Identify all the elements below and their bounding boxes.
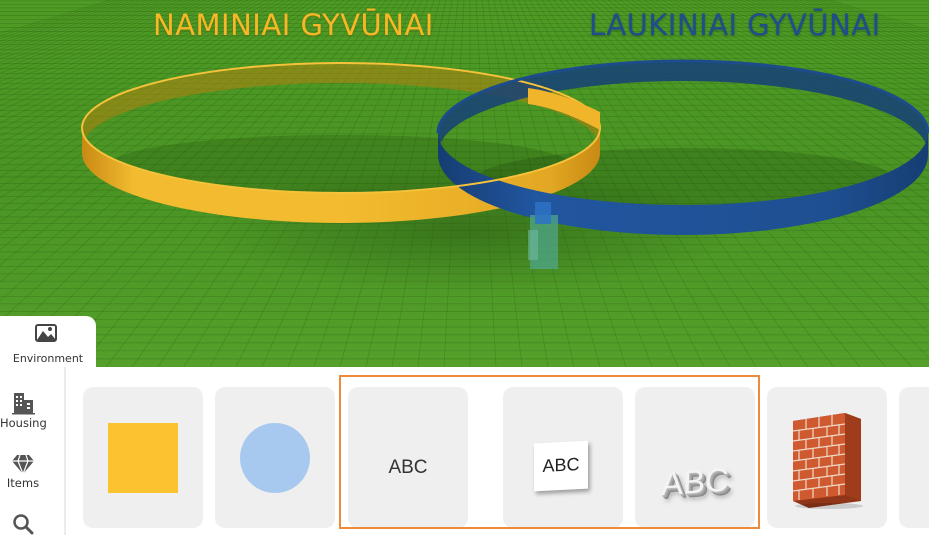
- category-sidebar: Housing Items: [0, 367, 66, 535]
- blue-circle-icon: [240, 423, 310, 493]
- venn-rings: [81, 59, 929, 269]
- sidebar-item-items[interactable]: Items: [0, 453, 46, 490]
- gem-icon: [12, 454, 34, 475]
- selection-highlight: [339, 375, 760, 529]
- catalog-item-square[interactable]: [83, 387, 203, 528]
- catalog-item-circle[interactable]: [215, 387, 335, 528]
- sidebar-item-search[interactable]: [0, 513, 46, 535]
- catalog-item-partial[interactable]: [899, 387, 929, 528]
- sidebar-item-housing-label: Housing: [0, 416, 47, 430]
- scene-viewport[interactable]: NAMINIAI GYVŪNAI LAUKINIAI GYVŪNAI: [0, 0, 929, 367]
- catalog-item-brick-wall[interactable]: [767, 387, 887, 528]
- sidebar-item-items-label: Items: [6, 476, 40, 490]
- tab-environment[interactable]: Environment: [0, 316, 96, 372]
- catalog-panel: Housing Items ABC ABC ABC: [0, 367, 929, 535]
- ring-right-back: [438, 61, 928, 153]
- yellow-square-icon: [108, 423, 178, 493]
- search-icon: [13, 514, 34, 535]
- buildings-icon: [12, 393, 35, 415]
- brick-wall-icon: [792, 413, 863, 509]
- landscape-icon: [35, 324, 57, 342]
- tab-environment-label: Environment: [12, 352, 84, 365]
- sidebar-item-housing[interactable]: Housing: [0, 391, 47, 430]
